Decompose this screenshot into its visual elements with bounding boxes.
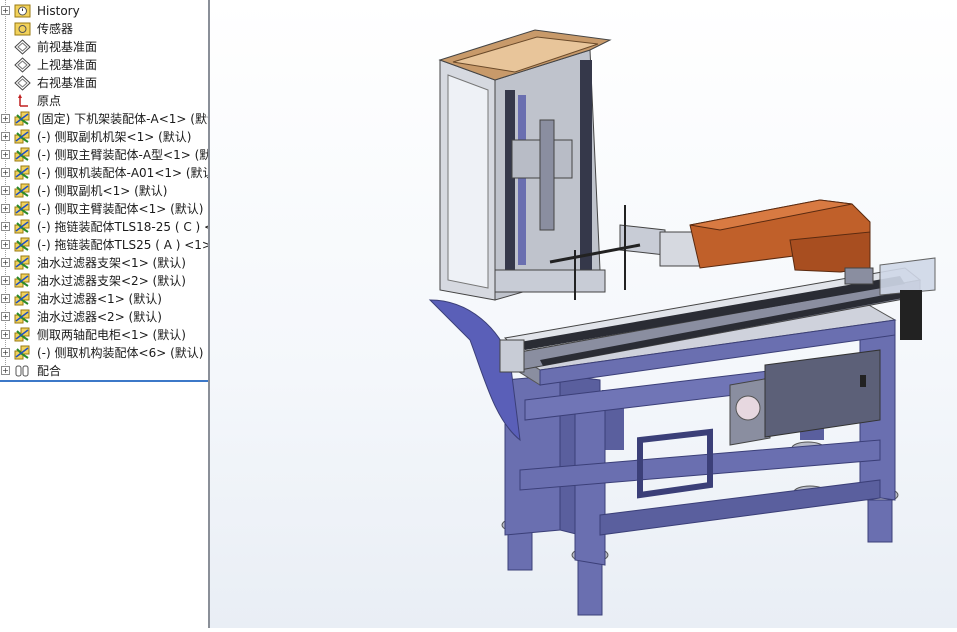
tree-item[interactable]: + 侧取两轴配电柜<1> (默认) [0,326,208,344]
expand-toggle-icon[interactable]: + [1,258,10,267]
tree-item-label: 侧取两轴配电柜<1> (默认) [37,328,186,342]
expand-toggle-icon[interactable]: + [1,222,10,231]
tree-item[interactable]: 传感器 [0,20,208,38]
assembly-icon [14,237,31,253]
tree-item-label: 配合 [37,364,62,378]
tree-item-label: (-) 侧取机构装配体<6> (默认) [37,346,204,360]
tree-item[interactable]: + (-) 侧取机构装配体<6> (默认) [0,344,208,362]
machine-model [428,29,936,616]
assembly-icon [14,309,31,325]
arm-cover [689,199,874,285]
plane-icon [14,57,31,73]
tree-item[interactable]: + (-) 侧取副机<1> (默认) [0,182,208,200]
feature-manager-tree: + History 传感器前视基准面上视基准面右视基准面原点 + (固定) 下机架装配体… [0,0,210,628]
graphics-area[interactable] [210,0,957,628]
expand-toggle-icon[interactable]: + [1,240,10,249]
tree-item[interactable]: 上视基准面 [0,56,208,74]
tree-item[interactable]: + (-) 侧取副机机架<1> (默认) [0,128,208,146]
tree-item[interactable]: + (固定) 下机架装配体-A<1> (默认 [0,110,208,128]
tree-item[interactable]: + (-) 侧取机装配体-A01<1> (默认 [0,164,208,182]
tree-item[interactable]: + (-) 拖链装配体TLS18-25 ( C ) < [0,218,208,236]
tree-item-label: 上视基准面 [37,58,98,72]
tree-item-label: (-) 拖链装配体TLS25 ( A ) <1> [37,238,210,252]
assembly-icon [14,201,31,217]
expand-toggle-icon[interactable]: + [1,114,10,123]
assembly-icon [14,165,31,181]
assembly-icon [14,183,31,199]
tree-item-label: (固定) 下机架装配体-A<1> (默认 [37,112,210,126]
plane-icon [14,39,31,55]
assembly-icon [14,273,31,289]
tree-item[interactable]: 原点 [0,92,208,110]
tree-item-label: 前视基准面 [37,40,98,54]
tree-item[interactable]: 右视基准面 [0,74,208,92]
tree-item[interactable]: + 油水过滤器支架<2> (默认) [0,272,208,290]
expand-toggle-icon[interactable]: + [1,348,10,357]
tree-item-label: (-) 侧取副机<1> (默认) [37,184,168,198]
origin-icon [14,93,31,109]
assembly-icon [14,111,31,127]
expand-toggle-icon[interactable]: + [1,294,10,303]
tree-item-label: (-) 侧取主臂装配体-A型<1> (默 [37,148,210,162]
assembly-icon [14,147,31,163]
tree-item[interactable]: + (-) 侧取主臂装配体<1> (默认) [0,200,208,218]
electrical-cabinet [729,349,881,446]
expand-toggle-icon[interactable]: + [1,186,10,195]
expand-toggle-icon[interactable]: + [1,204,10,213]
vertical-housing [438,29,612,301]
assembly-icon [14,327,31,343]
expand-toggle-icon[interactable]: + [1,168,10,177]
assembly-icon [14,129,31,145]
tree-item-label: 原点 [37,94,62,108]
expand-toggle-icon[interactable]: + [1,6,10,15]
assembly-icon [14,345,31,361]
tree-item[interactable]: + 油水过滤器<1> (默认) [0,290,208,308]
tree-item-label: (-) 侧取机装配体-A01<1> (默认 [37,166,210,180]
tree-item-label: 右视基准面 [37,76,98,90]
tree-item-label: 传感器 [37,22,74,36]
tree-item-label: History [37,4,80,18]
assembly-icon [14,219,31,235]
expand-toggle-icon[interactable]: + [1,276,10,285]
expand-toggle-icon[interactable]: + [1,312,10,321]
tree-item-label: 油水过滤器支架<2> (默认) [37,274,186,288]
expand-toggle-icon[interactable]: + [1,150,10,159]
assembly-icon [14,255,31,271]
tree-end-marker [0,380,208,382]
expand-toggle-icon[interactable]: + [1,132,10,141]
expand-toggle-icon[interactable]: + [1,330,10,339]
plane-icon [14,75,31,91]
tree-item-label: (-) 拖链装配体TLS18-25 ( C ) < [37,220,210,234]
sensor-icon [14,21,31,37]
tree-item-label: (-) 侧取副机机架<1> (默认) [37,130,192,144]
tree-item[interactable]: + 配合 [0,362,208,380]
tree-item[interactable]: + 油水过滤器<2> (默认) [0,308,208,326]
tree-item-label: 油水过滤器支架<1> (默认) [37,256,186,270]
tree-item[interactable]: 前视基准面 [0,38,208,56]
mates-icon [14,363,31,379]
tree-item[interactable]: + History [0,2,208,20]
expand-toggle-icon[interactable]: + [1,366,10,375]
tree-item-label: 油水过滤器<1> (默认) [37,292,162,306]
tree-item[interactable]: + (-) 侧取主臂装配体-A型<1> (默 [0,146,208,164]
tree-item-label: (-) 侧取主臂装配体<1> (默认) [37,202,204,216]
history-icon [14,3,31,19]
assembly-icon [14,291,31,307]
tree-item[interactable]: + 油水过滤器支架<1> (默认) [0,254,208,272]
tree-item[interactable]: + (-) 拖链装配体TLS25 ( A ) <1> [0,236,208,254]
tree-item-label: 油水过滤器<2> (默认) [37,310,162,324]
